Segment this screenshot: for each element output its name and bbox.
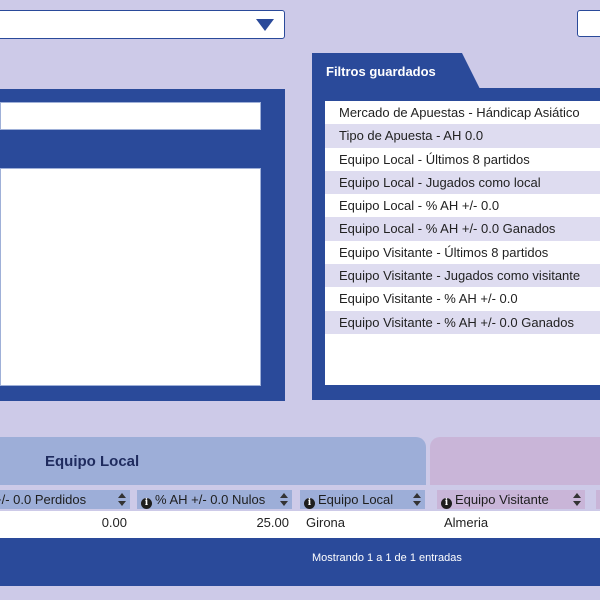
saved-filter-item[interactable]: Equipo Local - % AH +/- 0.0 Ganados bbox=[325, 217, 600, 241]
column-header-next[interactable] bbox=[596, 490, 600, 509]
group-header-local-label: Equipo Local bbox=[45, 453, 140, 470]
saved-filter-item[interactable]: Mercado de Apuestas - Hándicap Asiático bbox=[325, 101, 600, 124]
column-header-label: +/- 0.0 Perdidos bbox=[0, 492, 87, 507]
saved-filter-item[interactable]: Equipo Visitante - Últimos 8 partidos bbox=[325, 241, 600, 264]
sort-icon bbox=[280, 493, 288, 506]
column-header-label: Equipo Visitante bbox=[455, 492, 549, 507]
sort-icon bbox=[118, 493, 126, 506]
table-row bbox=[0, 511, 600, 538]
saved-filter-item[interactable]: Equipo Visitante - % AH +/- 0.0 Ganados bbox=[325, 310, 600, 334]
saved-filters-title: Filtros guardados bbox=[326, 64, 436, 79]
saved-filter-item[interactable]: Tipo de Apuesta - AH 0.0 bbox=[325, 124, 600, 148]
top-select-dropdown[interactable] bbox=[0, 10, 285, 39]
cell-equipo-visitante: Almeria bbox=[444, 515, 489, 530]
cell-perdidos: 0.00 bbox=[101, 515, 127, 530]
info-icon: i bbox=[441, 498, 452, 509]
saved-filter-item[interactable]: Equipo Visitante - Jugados como visitant… bbox=[325, 264, 600, 288]
saved-filters-panel: Mercado de Apuestas - Hándicap Asiático … bbox=[312, 88, 600, 400]
table-info-text: Mostrando 1 a 1 de 1 entradas bbox=[312, 552, 462, 564]
saved-filters-list: Mercado de Apuestas - Hándicap Asiático … bbox=[325, 101, 600, 385]
top-right-input[interactable] bbox=[577, 10, 600, 37]
table-footer bbox=[0, 538, 600, 586]
sort-icon bbox=[573, 493, 581, 506]
saved-filter-item[interactable]: Equipo Local - Jugados como local bbox=[325, 170, 600, 195]
column-header-equipo-local[interactable]: i Equipo Local bbox=[300, 490, 425, 509]
saved-filter-item[interactable]: Equipo Local - % AH +/- 0.0 bbox=[325, 194, 600, 217]
info-icon: i bbox=[304, 498, 315, 509]
info-icon: i bbox=[141, 498, 152, 509]
saved-filter-item[interactable]: Equipo Visitante - % AH +/- 0.0 bbox=[325, 287, 600, 310]
filter-options-list[interactable] bbox=[0, 168, 261, 386]
filter-search-input[interactable] bbox=[0, 102, 261, 130]
saved-filter-item[interactable]: Equipo Local - Últimos 8 partidos bbox=[325, 148, 600, 171]
column-header-equipo-visitante[interactable]: i Equipo Visitante bbox=[437, 490, 585, 509]
column-header-nulos[interactable]: i% AH +/- 0.0 Nulos bbox=[137, 490, 292, 509]
cell-nulos: 25.00 bbox=[256, 515, 289, 530]
column-header-label: Equipo Local bbox=[318, 492, 394, 507]
chevron-down-icon bbox=[256, 19, 274, 31]
group-header-visitante bbox=[430, 437, 600, 485]
column-header-label: % AH +/- 0.0 Nulos bbox=[155, 492, 266, 507]
column-header-perdidos[interactable]: +/- 0.0 Perdidos bbox=[0, 490, 130, 509]
filter-builder-panel bbox=[0, 89, 285, 401]
cell-equipo-local: Girona bbox=[306, 515, 346, 530]
sort-icon bbox=[413, 493, 421, 506]
